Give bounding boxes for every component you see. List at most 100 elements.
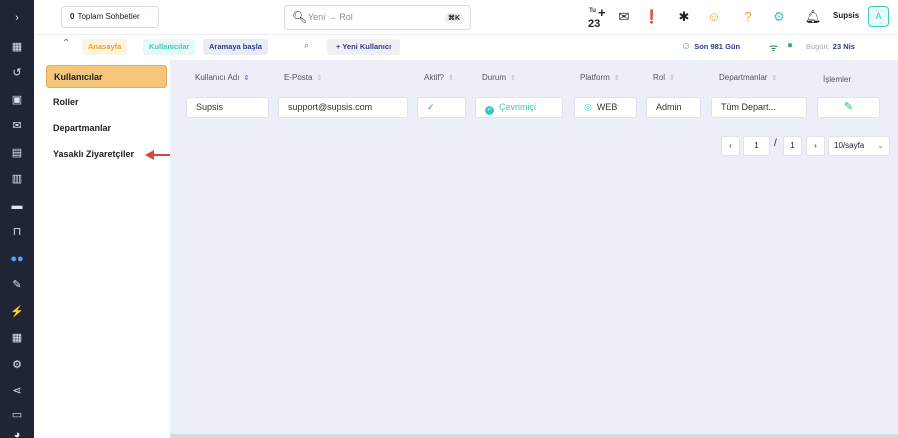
calendar-icon[interactable]: ▤ [9, 146, 25, 160]
bolt-icon[interactable]: ⚡ [9, 305, 25, 319]
bug-icon[interactable]: ✱ [675, 8, 693, 26]
total-pages: 1 [783, 136, 802, 156]
next-page-button[interactable]: › [806, 136, 825, 156]
annotation-arrow-head [145, 150, 154, 160]
pen-icon[interactable]: ✎ [9, 278, 25, 292]
header-active-label: Aktif? [424, 73, 445, 82]
status-text: Çevrimiçi [499, 102, 536, 112]
menu-item-roles[interactable]: Roller [46, 91, 167, 114]
today-value: 23 Nis [832, 42, 855, 51]
users-table-area: Kullanıcı Adı ⇕ E-Posta ⇕ Aktif? ⇕ Durum ⇕ P… [170, 60, 898, 438]
chat-icon[interactable]: ▦ [9, 40, 25, 54]
grid-icon[interactable]: ▦ [9, 331, 25, 345]
cell-email[interactable]: support@supsis.com [278, 97, 408, 118]
cell-username[interactable]: Supsis [186, 97, 269, 118]
sort-icon[interactable]: ⇕ [448, 75, 454, 82]
avatar[interactable]: A [868, 6, 889, 27]
left-rail: › ▦ ↺ ▣ ✉ ▤ ▥ ▬ ⊓ ●● ✎ ⚡ ▦ ⚙ ⋖ ▭ ◕ [0, 0, 34, 438]
chevron-down-icon: ⌄ [877, 141, 884, 150]
platform-text: WEB [596, 102, 618, 112]
last-days-text: Son 981 Gün [694, 42, 741, 51]
header-email-label: E-Posta [284, 73, 313, 82]
total-chats-label: Toplam Sohbetler [77, 12, 140, 21]
cell-role[interactable]: Admin [646, 97, 701, 118]
header-departments[interactable]: Departmanlar ⇕ [719, 73, 777, 82]
global-search-box[interactable]: 🔍︎ Yeni → Rol ⌘K [284, 5, 471, 30]
date-badge[interactable]: Tu + 23 [587, 5, 609, 30]
breadcrumb-users[interactable]: Kullanıcılar [143, 39, 196, 55]
history-icon[interactable]: ↺ [9, 66, 25, 80]
cell-departments[interactable]: Tüm Depart... [711, 97, 807, 118]
bell-icon[interactable]: 🔔︎ [804, 8, 822, 26]
settings-icon[interactable]: ⚙ [9, 358, 25, 372]
share-icon[interactable]: ⋖ [9, 384, 25, 398]
cell-platform[interactable]: ◎ WEB [574, 97, 637, 118]
header-username-label: Kullanıcı Adı [195, 73, 240, 82]
clipboard-icon[interactable]: ▥ [9, 172, 25, 186]
chevron-right-icon[interactable]: › [9, 11, 25, 25]
total-chats-count: 0 [70, 12, 75, 21]
header-platform[interactable]: Platform ⇕ [580, 73, 620, 82]
today-label: Bugün: [806, 42, 830, 51]
breadcrumb-home[interactable]: Anasayfa [82, 39, 128, 55]
start-search-link[interactable]: Aramaya başla [203, 39, 268, 55]
page-separator: / [774, 138, 777, 149]
menu-item-departments[interactable]: Departmanlar [46, 117, 167, 140]
users-icon[interactable]: ●● [9, 252, 25, 266]
search-placeholder: Yeni → Rol [308, 12, 353, 22]
search-icon[interactable]: ⌕ [304, 40, 309, 51]
new-user-button[interactable]: + Yeni Kullanıcı [327, 39, 401, 55]
sort-icon[interactable]: ⇕ [614, 75, 620, 82]
sort-icon[interactable]: ⇕ [669, 75, 675, 82]
robot-icon: ☺ [681, 41, 692, 52]
cell-status[interactable]: ✓ Çevrimiçi [475, 97, 563, 118]
wifi-icon: ᯤ [769, 43, 779, 54]
pen-icon: ✎ [843, 101, 854, 113]
header-status[interactable]: Durum ⇕ [482, 73, 516, 82]
monitor-icon[interactable]: ▭ [9, 408, 25, 422]
help-icon[interactable]: ? [739, 8, 757, 26]
ticket-icon[interactable]: ▬ [9, 199, 25, 213]
user-name[interactable]: Supsis [833, 11, 859, 20]
mail-icon[interactable]: ✉ [615, 8, 633, 26]
header-email[interactable]: E-Posta ⇕ [284, 73, 322, 82]
cell-active-check[interactable]: ✓ [417, 97, 466, 118]
date-day: Tu [589, 8, 596, 14]
top-bar: 0 Toplam Sohbetler 🔍︎ Yeni → Rol ⌘K Tu + … [34, 0, 898, 35]
bottom-scrollbar[interactable] [170, 434, 898, 438]
sort-icon[interactable]: ⇕ [510, 75, 516, 82]
chevron-up-icon[interactable]: ⌃ [62, 38, 70, 49]
header-role[interactable]: Rol ⇕ [653, 73, 675, 82]
edit-button[interactable]: ✎ [817, 97, 880, 118]
globe-icon: ◎ [584, 102, 592, 112]
header-status-label: Durum [482, 73, 507, 82]
alert-icon[interactable]: ❗ [643, 8, 661, 26]
header-active[interactable]: Aktif? ⇕ [424, 73, 454, 82]
feedback-icon[interactable]: ☺ [705, 8, 723, 26]
per-page-value: 10/sayfa [834, 141, 865, 150]
inbox-icon[interactable]: ⊓ [9, 225, 25, 239]
sort-icon[interactable]: ⇕ [771, 75, 777, 82]
mail-icon[interactable]: ✉ [9, 119, 25, 133]
sort-icon[interactable]: ⇕ [316, 75, 322, 82]
date-number: 23 [588, 18, 601, 30]
breadcrumb-bar: ⌃ Anasayfa Kullanıcılar Aramaya başla ⌕ … [34, 35, 898, 60]
search-icon: 🔍︎ [292, 10, 308, 24]
menu-item-users[interactable]: Kullanıcılar [46, 65, 167, 88]
header-platform-label: Platform [580, 73, 610, 82]
pie-icon[interactable]: ◕ [9, 428, 25, 438]
contacts-icon[interactable]: ▣ [9, 93, 25, 107]
header-username[interactable]: Kullanıcı Adı ⇕ [195, 73, 249, 82]
page-number-input[interactable]: 1 [743, 136, 770, 156]
sort-icon[interactable]: ⇕ [243, 75, 249, 82]
per-page-select[interactable]: 10/sayfa ⌄ [828, 136, 890, 156]
header-actions: İşlemler [823, 75, 851, 84]
settings-side-menu: Kullanıcılar Roller Departmanlar Yasaklı… [34, 60, 170, 438]
gear-icon[interactable]: ⚙ [770, 8, 788, 26]
header-departments-label: Departmanlar [719, 73, 768, 82]
prev-page-button[interactable]: ‹ [721, 136, 740, 156]
header-actions-label: İşlemler [823, 75, 852, 84]
total-chats-box[interactable]: 0 Toplam Sohbetler [61, 6, 159, 28]
check-circle-icon: ✓ [485, 106, 494, 115]
status-icon: ● [787, 40, 794, 51]
